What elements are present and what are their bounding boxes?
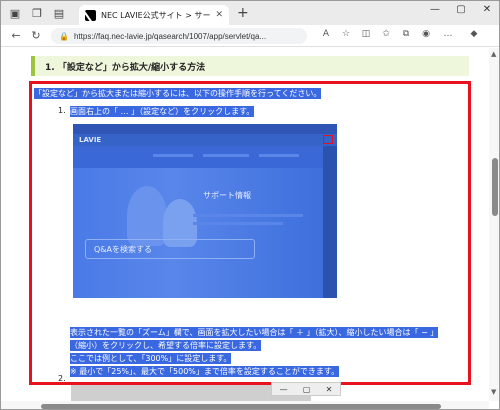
nec-favicon-icon xyxy=(85,9,96,21)
support-info-title: サポート情報 xyxy=(203,191,251,200)
address-bar[interactable]: 🔒 https://faq.nec-lavie.jp/qasearch/1007… xyxy=(51,28,307,44)
step-2-line-3: ここでは例として、「300%」に設定します。 xyxy=(70,353,232,364)
refresh-icon[interactable]: ↻ xyxy=(29,29,43,42)
section-heading: 1. 「設定など」から拡大/縮小する方法 xyxy=(31,56,469,76)
preview-window-controls: — ▢ ✕ xyxy=(271,382,341,396)
navigation-bar: ← ↻ 🔒 https://faq.nec-lavie.jp/qasearch/… xyxy=(1,25,499,47)
step-1-text: 画面右上の「 … 」（設定など）をクリックします。 xyxy=(70,106,255,117)
copilot-icon[interactable]: ◆ xyxy=(467,29,481,39)
horizontal-scrollbar[interactable] xyxy=(1,401,489,409)
step-2-line-1: 表示された一覧の「ズーム」欄で、画面を拡大したい場合は「 ＋ 」（拡大）、縮小し… xyxy=(70,327,439,338)
lavie-logo: LAVIE xyxy=(79,136,102,144)
settings-button-highlight xyxy=(323,135,333,144)
page-content: 1. 「設定など」から拡大/縮小する方法 「設定など」から拡大または縮小するには… xyxy=(1,48,489,401)
scroll-down-icon[interactable]: ▼ xyxy=(491,388,496,396)
step-2-number: 2. xyxy=(58,374,66,383)
split-screen-icon[interactable]: ◫ xyxy=(359,29,373,39)
close-button[interactable]: ✕ xyxy=(477,4,497,15)
vertical-scrollbar[interactable]: ▲ ▼ xyxy=(489,48,499,401)
app-menu-icon[interactable]: ▣ xyxy=(7,5,23,21)
lock-icon: 🔒 xyxy=(59,31,69,41)
workspaces-icon[interactable]: ❐ xyxy=(29,5,45,21)
favorite-star-icon[interactable]: ☆ xyxy=(339,29,353,39)
qa-search-box: Q&Aを検索する xyxy=(85,239,255,259)
collections-icon[interactable]: ⧉ xyxy=(399,29,413,39)
section-title: 1. 「設定など」から拡大/縮小する方法 xyxy=(45,62,206,73)
url-text: https://faq.nec-lavie.jp/qasearch/1007/a… xyxy=(73,31,267,41)
step-1-screenshot: LAVIE サポート情報 Q&Aを検索する xyxy=(73,124,337,298)
vertical-scroll-thumb[interactable] xyxy=(492,158,498,216)
profile-icon[interactable]: ◉ xyxy=(419,29,433,39)
read-aloud-icon[interactable]: A xyxy=(319,29,333,39)
favorites-icon[interactable]: ✩ xyxy=(379,29,393,39)
tab-title: NEC LAVIE公式サイト > サービス&サ xyxy=(101,10,211,20)
back-arrow-icon[interactable]: ← xyxy=(9,29,23,42)
new-tab-button[interactable]: + xyxy=(237,5,249,21)
scroll-up-icon[interactable]: ▲ xyxy=(491,50,496,58)
title-bar: ▣ ❐ ▤ NEC LAVIE公式サイト > サービス&サ ✕ + — ▢ ✕ xyxy=(1,1,499,25)
tab-close-icon[interactable]: ✕ xyxy=(215,10,223,20)
intro-text: 「設定など」から拡大または縮小するには、以下の操作手順を行ってください。 xyxy=(34,88,322,99)
maximize-button[interactable]: ▢ xyxy=(451,4,471,15)
more-menu-icon[interactable]: … xyxy=(441,29,455,39)
horizontal-scroll-thumb[interactable] xyxy=(41,404,441,409)
tab-nec-lavie[interactable]: NEC LAVIE公式サイト > サービス&サ ✕ xyxy=(79,5,229,25)
minimize-button[interactable]: — xyxy=(425,4,445,15)
step-2-line-4: ※ 最小で「25%」、最大で「500%」まで倍率を設定することができます。 xyxy=(70,366,340,377)
step-1-number: 1. xyxy=(58,106,66,115)
step-2-line-2: （縮小）をクリックし、希望する倍率に設定します。 xyxy=(70,340,262,351)
browser-window: ▣ ❐ ▤ NEC LAVIE公式サイト > サービス&サ ✕ + — ▢ ✕ … xyxy=(0,0,500,410)
tab-list-icon[interactable]: ▤ xyxy=(51,5,67,21)
